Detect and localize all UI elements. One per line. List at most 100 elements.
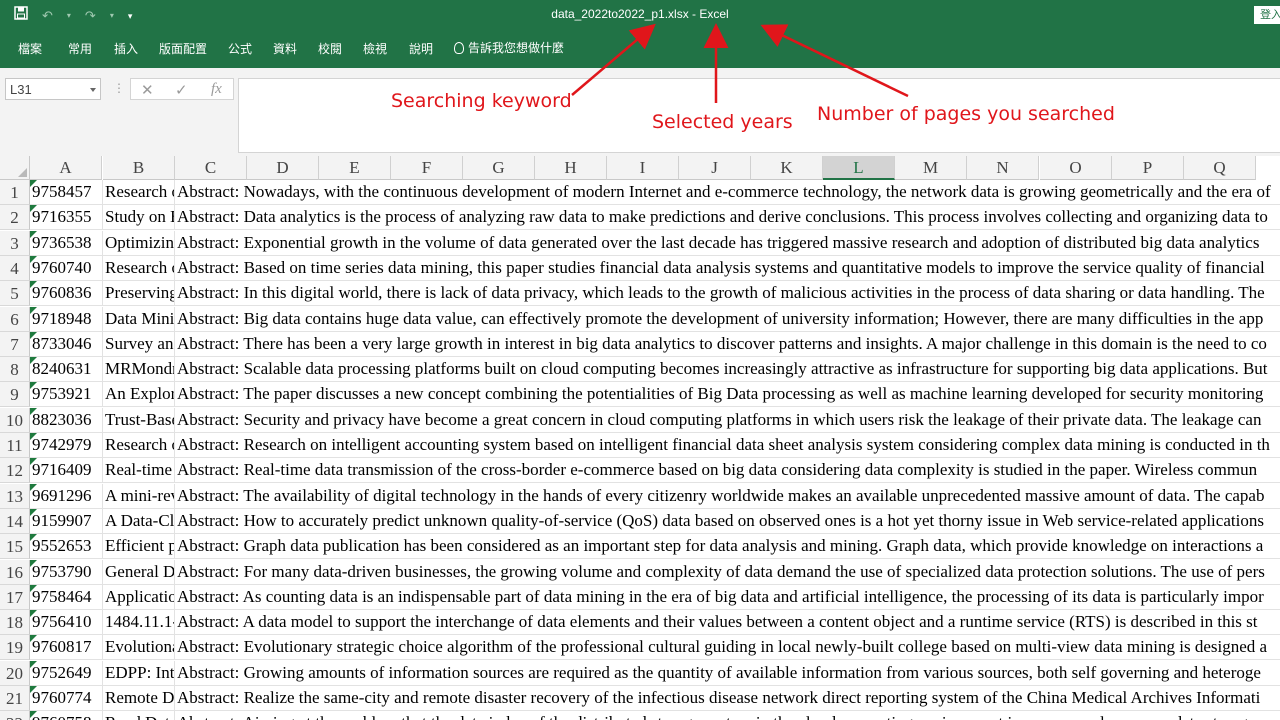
cell-a[interactable]: 9753921 — [30, 382, 103, 408]
cell-c[interactable]: Abstract: Evolutionary strategic choice … — [175, 635, 1280, 661]
cell-c[interactable]: Abstract: The availability of digital te… — [175, 484, 1280, 509]
cell-b[interactable]: Survey and — [103, 331, 175, 357]
cell-b[interactable]: Evolutiona — [103, 635, 175, 661]
cell-c[interactable]: Abstract: For many data-driven businesse… — [175, 560, 1280, 585]
row-header[interactable]: 13 — [0, 483, 30, 509]
cell-a[interactable]: 9760740 — [30, 255, 103, 281]
column-header-q[interactable]: Q — [1184, 156, 1256, 180]
cell-b[interactable]: Optimizing — [103, 230, 175, 256]
row-header[interactable]: 3 — [0, 230, 30, 256]
spreadsheet-grid[interactable]: A B C D E F G H I J K L M N O P Q 1 9758457 Research o Abstr… — [0, 156, 1280, 720]
cell-b[interactable]: EDPP: Inte — [103, 660, 175, 686]
cell-b[interactable]: Research o — [103, 180, 175, 205]
row-header[interactable]: 1 — [0, 180, 30, 205]
cell-c[interactable]: Abstract: Research on intelligent accoun… — [175, 433, 1280, 458]
cell-a[interactable]: 9716355 — [30, 205, 103, 231]
cell-a[interactable]: 9760758 — [30, 711, 103, 720]
cell-b[interactable]: Remote Di — [103, 686, 175, 711]
column-header-f[interactable]: F — [391, 156, 463, 180]
cell-c[interactable]: Abstract: Growing amounts of information… — [175, 661, 1280, 686]
cell-b[interactable]: Preserving — [103, 281, 175, 307]
cell-b[interactable]: MRMondri — [103, 357, 175, 383]
row-header[interactable]: 14 — [0, 508, 30, 534]
row-header[interactable]: 11 — [0, 433, 30, 458]
cell-c[interactable]: Abstract: There has been a very large gr… — [175, 332, 1280, 357]
cell-a[interactable]: 9742979 — [30, 433, 103, 458]
cell-a[interactable]: 9718948 — [30, 306, 103, 332]
cell-b[interactable]: Efficient p — [103, 534, 175, 560]
cell-a[interactable]: 9753790 — [30, 559, 103, 585]
cell-a[interactable]: 9760836 — [30, 281, 103, 307]
cell-a[interactable]: 9716409 — [30, 458, 103, 484]
cell-a[interactable]: 9760774 — [30, 686, 103, 711]
row-header[interactable]: 12 — [0, 458, 30, 484]
cell-c[interactable]: Abstract: The paper discusses a new conc… — [175, 382, 1280, 408]
row-header[interactable]: 21 — [0, 686, 30, 711]
row-header[interactable]: 2 — [0, 205, 30, 231]
column-header-o[interactable]: O — [1040, 156, 1112, 180]
column-header-k[interactable]: K — [751, 156, 823, 180]
cell-a[interactable]: 8240631 — [30, 357, 103, 383]
cell-a[interactable]: 9758464 — [30, 584, 103, 610]
row-header[interactable]: 22 — [0, 711, 30, 720]
row-header[interactable]: 16 — [0, 559, 30, 585]
cell-a[interactable]: 9736538 — [30, 230, 103, 256]
cell-b[interactable]: An Explora — [103, 382, 175, 408]
row-header[interactable]: 17 — [0, 584, 30, 610]
cell-c[interactable]: Abstract: Realize the same-city and remo… — [175, 686, 1280, 711]
column-header-e[interactable]: E — [319, 156, 391, 180]
cell-a[interactable]: 8823036 — [30, 407, 103, 433]
cell-c[interactable]: Abstract: Scalable data processing platf… — [175, 357, 1280, 383]
cell-c[interactable]: Abstract: Based on time series data mini… — [175, 256, 1280, 281]
cell-c[interactable]: Abstract: Real-time data transmission of… — [175, 458, 1280, 484]
cell-b[interactable]: Research o — [103, 433, 175, 458]
row-header[interactable]: 10 — [0, 407, 30, 433]
row-header[interactable]: 9 — [0, 382, 30, 408]
select-all-button[interactable] — [0, 156, 30, 180]
column-header-p[interactable]: P — [1112, 156, 1184, 180]
row-header[interactable]: 19 — [0, 635, 30, 661]
cell-c[interactable]: Abstract: As counting data is an indispe… — [175, 585, 1280, 610]
row-header[interactable]: 5 — [0, 281, 30, 307]
cell-c[interactable]: Abstract: How to accurately predict unkn… — [175, 509, 1280, 534]
row-header[interactable]: 15 — [0, 534, 30, 560]
cell-a[interactable]: 9552653 — [30, 534, 103, 560]
cell-c[interactable]: Abstract: Exponential growth in the volu… — [175, 231, 1280, 256]
cell-b[interactable]: Road Data — [103, 711, 175, 720]
column-header-i[interactable]: I — [607, 156, 679, 180]
cell-a[interactable]: 9159907 — [30, 508, 103, 534]
cell-a[interactable]: 8733046 — [30, 331, 103, 357]
cell-a[interactable]: 9752649 — [30, 660, 103, 686]
column-header-j[interactable]: J — [679, 156, 751, 180]
row-header[interactable]: 6 — [0, 306, 30, 332]
cell-c[interactable]: Abstract: Aiming at the problem that the… — [175, 711, 1280, 720]
cell-c[interactable]: Abstract: A data model to support the in… — [175, 610, 1280, 636]
row-header[interactable]: 8 — [0, 357, 30, 383]
cell-c[interactable]: Abstract: In this digital world, there i… — [175, 281, 1280, 307]
row-header[interactable]: 7 — [0, 331, 30, 357]
cell-c[interactable]: Abstract: Data analytics is the process … — [175, 205, 1280, 231]
column-header-a[interactable]: A — [30, 156, 102, 180]
cell-b[interactable]: 1484.11.1- — [103, 610, 175, 636]
cell-c[interactable]: Abstract: Big data contains huge data va… — [175, 307, 1280, 332]
cell-a[interactable]: 9760817 — [30, 635, 103, 661]
cell-c[interactable]: Abstract: Security and privacy have beco… — [175, 408, 1280, 433]
cell-c[interactable]: Abstract: Graph data publication has bee… — [175, 534, 1280, 560]
column-header-g[interactable]: G — [463, 156, 535, 180]
column-header-l[interactable]: L — [823, 156, 895, 180]
row-header[interactable]: 18 — [0, 610, 30, 636]
column-header-n[interactable]: N — [967, 156, 1039, 180]
cell-a[interactable]: 9756410 — [30, 610, 103, 636]
cell-c[interactable]: Abstract: Nowadays, with the continuous … — [175, 180, 1280, 205]
column-header-b[interactable]: B — [103, 156, 175, 180]
cell-b[interactable]: Research o — [103, 255, 175, 281]
row-header[interactable]: 20 — [0, 660, 30, 686]
cell-b[interactable]: Data Minin — [103, 306, 175, 332]
cell-b[interactable]: General Da — [103, 559, 175, 585]
cell-b[interactable]: Trust-Base — [103, 407, 175, 433]
cell-b[interactable]: Real-time d — [103, 458, 175, 484]
cell-a[interactable]: 9758457 — [30, 180, 103, 205]
cell-b[interactable]: A mini-rev — [103, 483, 175, 509]
cell-b[interactable]: Study on B — [103, 205, 175, 231]
cell-b[interactable]: Application — [103, 584, 175, 610]
